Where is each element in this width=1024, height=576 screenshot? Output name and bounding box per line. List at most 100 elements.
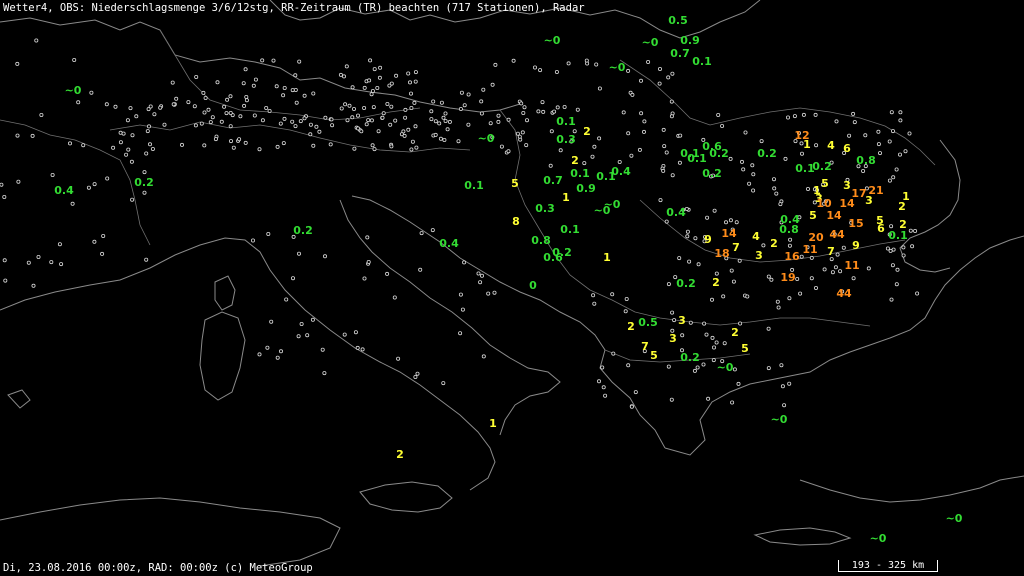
station-marker xyxy=(392,295,397,300)
observation-value: 15 xyxy=(848,217,863,230)
observation-value: 0 xyxy=(529,279,537,292)
station-marker xyxy=(375,86,380,91)
station-marker xyxy=(814,143,819,148)
station-marker xyxy=(747,181,752,186)
station-marker xyxy=(36,254,41,259)
station-marker xyxy=(732,367,737,372)
observation-value: 0.1 xyxy=(556,115,576,128)
station-marker xyxy=(702,321,707,326)
station-marker xyxy=(228,139,233,144)
station-marker xyxy=(511,58,516,63)
station-marker xyxy=(610,292,615,297)
station-marker xyxy=(150,146,155,151)
station-marker xyxy=(366,118,371,123)
station-marker xyxy=(194,75,199,80)
station-marker xyxy=(833,265,838,270)
coastline-italy-west xyxy=(0,237,496,491)
station-marker xyxy=(302,116,307,121)
station-marker xyxy=(142,190,147,195)
station-marker xyxy=(664,219,669,224)
station-marker xyxy=(275,355,280,360)
station-marker xyxy=(838,269,843,274)
observation-value: 0.1 xyxy=(888,229,908,242)
station-marker xyxy=(562,105,567,110)
station-marker xyxy=(626,68,631,73)
station-marker xyxy=(3,278,8,283)
station-marker xyxy=(814,285,819,290)
station-marker xyxy=(887,139,892,144)
observation-value: 0.2 xyxy=(676,277,696,290)
station-marker xyxy=(889,224,894,229)
station-marker xyxy=(769,277,774,282)
station-marker xyxy=(481,87,486,92)
station-marker xyxy=(414,145,419,150)
station-marker xyxy=(50,172,55,177)
station-marker xyxy=(352,146,357,151)
observation-value: 5 xyxy=(741,342,749,355)
station-marker xyxy=(413,70,418,75)
station-marker xyxy=(759,139,764,144)
station-marker xyxy=(201,90,206,95)
station-marker xyxy=(437,121,442,126)
observation-value: ~0 xyxy=(544,34,561,47)
station-marker xyxy=(575,107,580,112)
station-marker xyxy=(629,153,634,158)
station-marker xyxy=(409,147,414,152)
station-marker xyxy=(499,144,504,149)
station-marker xyxy=(766,366,771,371)
coastline-adriatic-east xyxy=(351,195,666,449)
station-marker xyxy=(806,186,811,191)
station-marker xyxy=(908,228,913,233)
station-marker xyxy=(339,106,344,111)
station-marker xyxy=(907,131,912,136)
station-marker xyxy=(407,80,412,85)
station-marker xyxy=(506,149,511,154)
border-north xyxy=(159,29,421,121)
station-marker xyxy=(677,160,682,165)
station-marker xyxy=(894,167,899,172)
station-marker xyxy=(206,107,211,112)
station-marker xyxy=(666,282,671,287)
station-marker xyxy=(113,104,118,109)
station-marker xyxy=(898,118,903,123)
station-marker xyxy=(672,318,677,323)
observation-value: ~0 xyxy=(946,512,963,525)
station-marker xyxy=(281,141,286,146)
station-marker xyxy=(704,332,709,337)
observation-value: 3 xyxy=(678,314,686,327)
station-marker xyxy=(712,208,717,213)
observation-value: 0.1 xyxy=(464,179,484,192)
station-marker xyxy=(841,245,846,250)
station-marker xyxy=(15,133,20,138)
station-marker xyxy=(662,144,667,149)
station-marker xyxy=(835,252,840,257)
observation-value: 0.1 xyxy=(560,223,580,236)
station-marker xyxy=(364,122,369,127)
station-marker xyxy=(783,156,788,161)
station-marker xyxy=(630,92,635,97)
station-marker xyxy=(192,104,197,109)
observation-value: 0.5 xyxy=(638,316,658,329)
station-marker xyxy=(834,119,839,124)
station-marker xyxy=(798,291,803,296)
station-marker xyxy=(439,100,444,105)
station-marker xyxy=(128,106,133,111)
station-marker xyxy=(362,106,367,111)
station-marker xyxy=(370,143,375,148)
observation-value: 5 xyxy=(809,209,817,222)
station-marker xyxy=(369,118,374,123)
station-marker xyxy=(813,112,818,117)
station-marker xyxy=(766,326,771,331)
station-marker xyxy=(418,267,423,272)
station-marker xyxy=(693,236,698,241)
station-marker xyxy=(903,149,908,154)
station-marker xyxy=(393,118,398,123)
station-marker xyxy=(695,365,700,370)
station-marker xyxy=(152,112,157,117)
station-marker xyxy=(430,228,435,233)
station-marker xyxy=(466,92,471,97)
station-marker xyxy=(366,259,371,264)
station-marker xyxy=(429,117,434,122)
observation-value: 0.2 xyxy=(757,147,777,160)
observation-value: 14 xyxy=(839,197,855,210)
